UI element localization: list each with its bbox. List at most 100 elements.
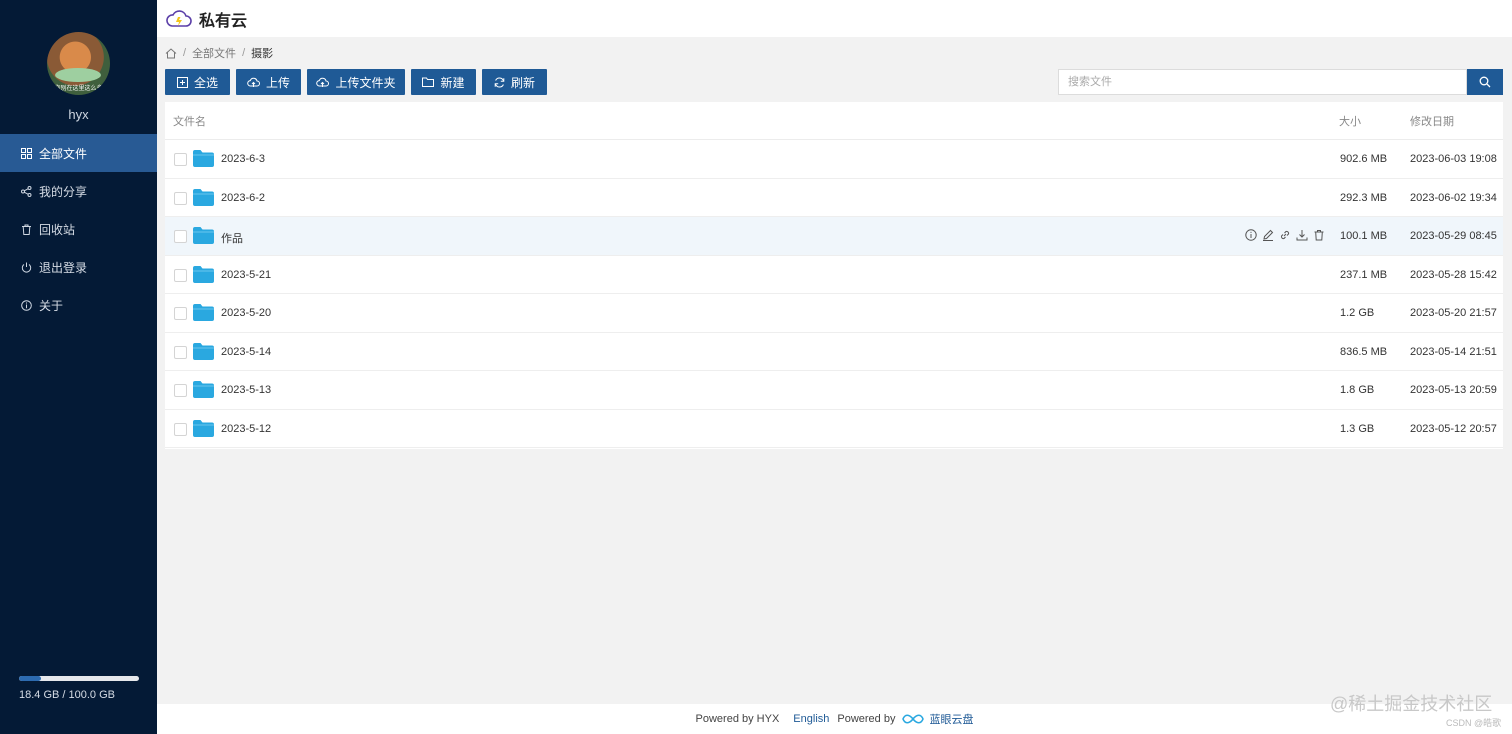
row-checkbox[interactable] — [174, 422, 187, 436]
file-name[interactable]: 作品 — [221, 230, 243, 246]
table-row[interactable]: 2023-5-13 1.8 GB 2023-05-13 20:59 — [165, 371, 1503, 410]
file-date: 2023-05-13 20:59 — [1410, 384, 1497, 396]
column-header-date[interactable]: 修改日期 — [1410, 113, 1454, 129]
upload-folder-label: 上传文件夹 — [335, 75, 396, 90]
select-all-label: 全选 — [193, 75, 218, 90]
storage-progress-fill — [19, 676, 42, 681]
table-row[interactable]: 2023-5-12 1.3 GB 2023-05-12 20:57 — [165, 410, 1503, 448]
table-row[interactable]: 2023-5-14 836.5 MB 2023-05-14 21:51 — [165, 333, 1503, 371]
table-body: 2023-6-3 902.6 MB 2023-06-03 19:08 2023-6-2… — [165, 140, 1503, 448]
power-icon — [20, 261, 32, 273]
file-size: 292.3 MB — [1340, 191, 1388, 204]
file-name[interactable]: 2023-6-2 — [221, 192, 265, 204]
sidebar-item-all-files[interactable]: 全部文件 — [0, 134, 157, 172]
powered-by-text: Powered by HYX — [695, 713, 780, 725]
search-icon — [1479, 76, 1491, 88]
trash-icon — [20, 223, 32, 235]
file-name[interactable]: 2023-6-3 — [221, 153, 265, 165]
powered-by-text-2: Powered by — [837, 713, 896, 725]
sidebar-item-label: 我的分享 — [39, 184, 88, 199]
home-icon[interactable] — [165, 47, 177, 59]
info-icon[interactable] — [1243, 228, 1259, 242]
search-input[interactable] — [1058, 69, 1467, 95]
table-row[interactable]: 2023-5-20 1.2 GB 2023-05-20 21:57 — [165, 294, 1503, 333]
breadcrumb-separator: / — [242, 47, 246, 59]
column-header-name[interactable]: 文件名 — [173, 113, 206, 129]
upload-folder-button[interactable]: 上传文件夹 — [307, 69, 405, 95]
select-all-icon — [176, 76, 188, 88]
row-checkbox[interactable] — [174, 384, 187, 397]
file-date: 2023-06-02 19:34 — [1410, 191, 1497, 204]
upload-cloud-icon — [316, 77, 330, 88]
file-date: 2023-05-28 15:42 — [1410, 268, 1497, 281]
language-switch[interactable]: English — [793, 713, 829, 725]
table-row[interactable]: 作品 100.1 MB 2023-05-29 08:45 — [165, 217, 1503, 256]
watermark: @稀土掘金技术社区 — [1330, 694, 1493, 714]
column-header-size[interactable]: 大小 — [1339, 113, 1361, 129]
storage-usage: 18.4 GB / 100.0 GB — [19, 676, 139, 701]
file-date: 2023-06-03 19:08 — [1410, 153, 1497, 165]
row-checkbox[interactable] — [174, 153, 187, 166]
share-icon — [20, 185, 32, 197]
avatar[interactable]: 你别在这里这么多 — [47, 32, 110, 95]
row-checkbox[interactable] — [174, 268, 187, 282]
folder-icon — [193, 381, 214, 398]
sidebar-item-recycle-bin[interactable]: 回收站 — [0, 210, 157, 248]
file-size: 1.2 GB — [1340, 307, 1375, 319]
avatar-caption: 你别在这里这么多 — [54, 86, 103, 92]
storage-text: 18.4 GB / 100.0 GB — [19, 689, 116, 701]
link-icon[interactable] — [1277, 228, 1293, 242]
upload-button[interactable]: 上传 — [236, 69, 301, 95]
refresh-button[interactable]: 刷新 — [482, 69, 547, 95]
delete-icon[interactable] — [1311, 228, 1327, 242]
app-header: 私有云 — [157, 0, 1512, 37]
table-row[interactable]: 2023-6-2 292.3 MB 2023-06-02 19:34 — [165, 179, 1503, 217]
search-button[interactable] — [1467, 69, 1503, 95]
breadcrumb: / 全部文件 / 摄影 — [165, 45, 273, 61]
sidebar-item-my-shares[interactable]: 我的分享 — [0, 172, 157, 210]
row-checkbox[interactable] — [174, 345, 187, 359]
row-checkbox[interactable] — [174, 307, 187, 320]
sidebar-item-label: 回收站 — [39, 222, 76, 237]
folder-icon — [193, 188, 214, 206]
folder-icon — [193, 304, 214, 321]
file-name[interactable]: 2023-5-20 — [221, 307, 271, 319]
row-checkbox[interactable] — [174, 230, 187, 243]
file-size: 836.5 MB — [1340, 345, 1388, 358]
username: hyx — [68, 107, 89, 122]
sidebar-item-logout[interactable]: 退出登录 — [0, 248, 157, 286]
file-date: 2023-05-14 21:51 — [1410, 345, 1497, 358]
edit-icon[interactable] — [1260, 228, 1276, 242]
breadcrumb-item-all-files[interactable]: 全部文件 — [192, 45, 236, 61]
refresh-label: 刷新 — [510, 75, 535, 90]
sidebar-item-label: 全部文件 — [39, 146, 88, 161]
folder-icon — [193, 342, 214, 360]
file-name[interactable]: 2023-5-13 — [221, 384, 271, 396]
search-bar — [1058, 69, 1503, 95]
row-checkbox[interactable] — [174, 191, 187, 205]
app-title: 私有云 — [199, 12, 248, 30]
download-icon[interactable] — [1294, 228, 1310, 242]
new-folder-button[interactable]: 新建 — [411, 69, 476, 95]
breadcrumb-item-current: 摄影 — [251, 48, 274, 60]
folder-icon — [422, 77, 435, 87]
file-size: 100.1 MB — [1340, 230, 1388, 242]
folder-icon — [193, 150, 214, 167]
grid-icon — [20, 147, 32, 159]
table-header: 文件名 大小 修改日期 — [165, 102, 1503, 140]
footer: Powered by HYX English Powered by 蓝眼云盘 — [157, 704, 1512, 734]
file-name[interactable]: 2023-5-21 — [221, 269, 271, 281]
table-row[interactable]: 2023-6-3 902.6 MB 2023-06-03 19:08 — [165, 140, 1503, 179]
table-row[interactable]: 2023-5-21 237.1 MB 2023-05-28 15:42 — [165, 256, 1503, 294]
folder-icon — [193, 227, 214, 244]
sidebar-item-label: 关于 — [39, 298, 64, 313]
brand-link[interactable]: 蓝眼云盘 — [929, 711, 973, 727]
folder-icon — [193, 419, 214, 437]
select-all-button[interactable]: 全选 — [165, 69, 230, 95]
upload-label: 上传 — [265, 75, 290, 90]
sidebar-item-about[interactable]: 关于 — [0, 286, 157, 324]
file-name[interactable]: 2023-5-12 — [221, 423, 271, 435]
sidebar: 你别在这里这么多 hyx 全部文件 我的分享 回收站 退出登录 关于 18.4 … — [0, 0, 157, 734]
avatar-image — [55, 68, 101, 82]
file-name[interactable]: 2023-5-14 — [221, 346, 271, 358]
